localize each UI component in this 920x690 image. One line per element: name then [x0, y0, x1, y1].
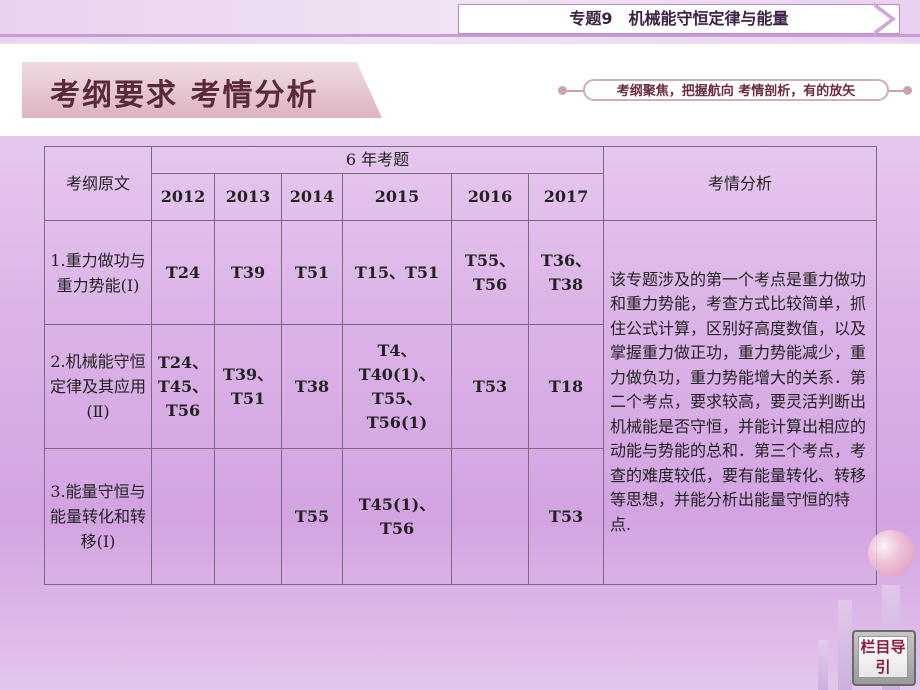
decorative-bubble	[868, 530, 914, 576]
header-years-group: 6 年考题	[150, 146, 605, 174]
header-analysis: 考情分析	[603, 146, 878, 221]
tagline-dot-left	[558, 86, 567, 95]
cell-2-2015: T4、T40(1)、T55、T56(1)	[342, 324, 452, 449]
header-requirement: 考纲原文	[44, 146, 152, 221]
section-nav-label: 栏目导引	[858, 636, 908, 678]
year-2017: 2017	[527, 173, 605, 221]
tagline-dot-right	[903, 86, 912, 95]
cell-1-2016: T55、T56	[451, 220, 529, 325]
cell-3-2015: T45(1)、T56	[342, 448, 452, 585]
decorative-bar	[818, 640, 828, 690]
cell-3-2016	[451, 448, 529, 585]
cell-2-2017: T18	[527, 324, 605, 449]
year-2013: 2013	[214, 173, 282, 221]
requirement-3: 3.能量守恒与能量转化和转移(Ⅰ)	[44, 448, 152, 585]
cell-2-2016: T53	[451, 324, 529, 449]
requirement-2: 2.机械能守恒定律及其应用(Ⅱ)	[44, 324, 152, 449]
year-2015: 2015	[342, 173, 452, 221]
cell-3-2012	[151, 448, 215, 585]
cell-1-2014: T51	[281, 220, 343, 325]
table-row: 1.重力做功与重力势能(Ⅰ) T24 T39 T51 T15、T51 T55、T…	[44, 220, 878, 585]
section-nav-button[interactable]: 栏目导引	[852, 630, 916, 686]
cell-1-2012: T24	[151, 220, 215, 325]
year-2014: 2014	[281, 173, 343, 221]
section-tagline: 考纲聚焦，把握航向 考情剖析，有的放矢	[583, 79, 889, 101]
requirement-1: 1.重力做功与重力势能(Ⅰ)	[44, 220, 152, 325]
cell-2-2012: T24、T45、T56	[151, 324, 215, 449]
exam-requirements-table: 考纲原文 6 年考题 考情分析 2012 2013 2014 2015 2016…	[44, 146, 878, 585]
section-title: 考纲要求 考情分析	[50, 78, 319, 113]
cell-1-2017: T36、T38	[527, 220, 605, 325]
header-accent-line	[0, 34, 920, 37]
cell-3-2017: T53	[527, 448, 605, 585]
topic-title: 专题9 机械能守恒定律与能量	[458, 4, 900, 34]
cell-1-2013: T39	[214, 220, 282, 325]
year-2016: 2016	[451, 173, 529, 221]
cell-2-2014: T38	[281, 324, 343, 449]
cell-1-2015: T15、T51	[342, 220, 452, 325]
topic-arrow-inner	[873, 6, 890, 32]
decorative-bar	[838, 600, 852, 690]
cell-2-2013: T39、T51	[214, 324, 282, 449]
cell-3-2014: T55	[281, 448, 343, 585]
year-2012: 2012	[151, 173, 215, 221]
cell-3-2013	[214, 448, 282, 585]
analysis-text: 该专题涉及的第一个考点是重力做功和重力势能，考查方式比较简单，抓住公式计算，区别…	[603, 220, 878, 585]
